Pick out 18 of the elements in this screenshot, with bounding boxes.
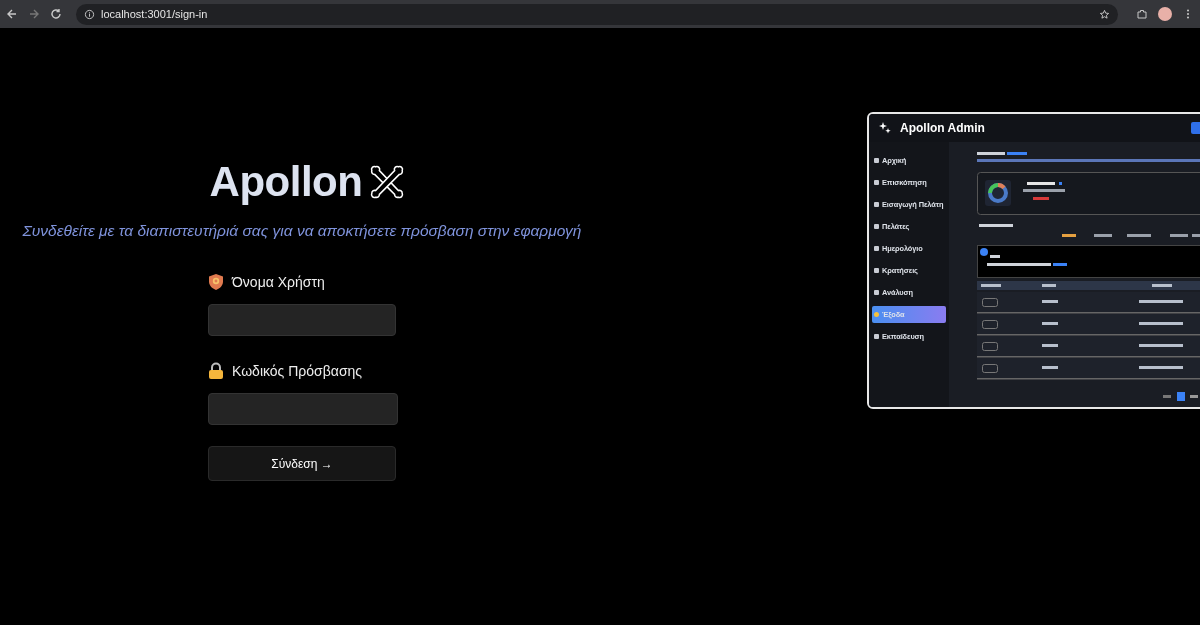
address-bar[interactable]: localhost:3001/sign-in [76, 3, 1118, 25]
app-logo: Apollon [209, 158, 363, 206]
star-icon[interactable] [1099, 8, 1110, 20]
sign-in-subtitle: Συνδεθείτε με τα διαπιστευτήριά σας για να αποκτήσετε πρόσβαση στην εφαρμογή [22, 222, 582, 240]
input-field[interactable] [208, 393, 398, 425]
field-label: Όνομα Χρήστη [232, 274, 325, 290]
back-icon[interactable] [6, 8, 18, 20]
field-label: Κωδικός Πρόσβασης [232, 363, 363, 379]
forward-icon[interactable] [28, 8, 40, 20]
profile-avatar[interactable] [1158, 7, 1172, 21]
admin-title: Apollon Admin [900, 121, 985, 135]
info-icon [84, 8, 95, 20]
reload-icon[interactable] [50, 8, 62, 20]
shield-icon [208, 273, 224, 291]
input-field[interactable] [208, 304, 396, 336]
lock-icon [208, 362, 224, 380]
sign-in-button[interactable]: Σύνδεση → [208, 446, 396, 481]
sparkle-icon [879, 122, 891, 134]
